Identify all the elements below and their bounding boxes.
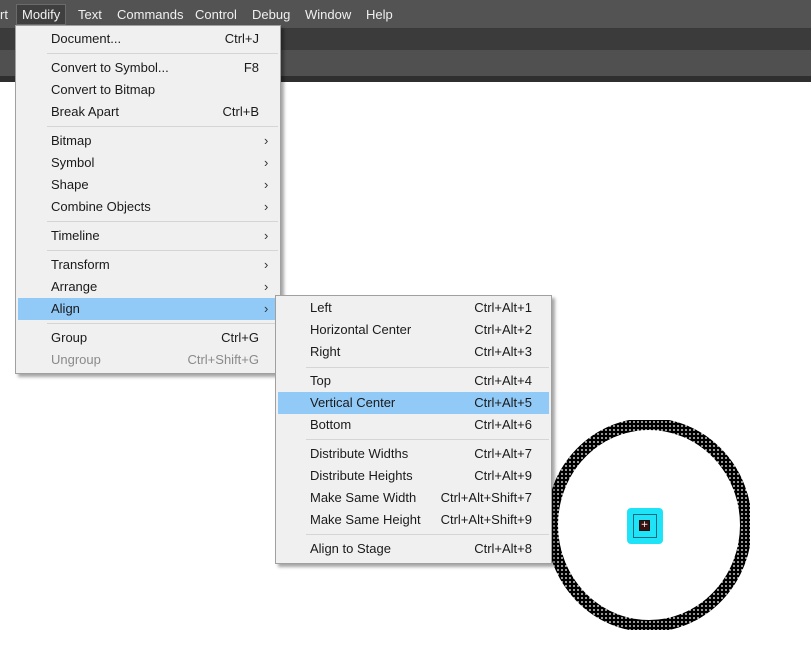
menu-item-label: Horizontal Center [310,322,412,337]
menu-item-label: Left [310,300,332,315]
menu-item-shortcut: Ctrl+B [222,104,259,119]
registration-point-icon: + [639,520,650,531]
menu-item-convert-to-symbol[interactable]: Convert to Symbol... F8 [18,57,278,79]
menu-item-label: Distribute Heights [310,468,413,483]
menu-item-label: Convert to Bitmap [51,82,156,97]
menu-item-label: Combine Objects [51,199,151,214]
menu-item-align-bottom[interactable]: Bottom Ctrl+Alt+6 [278,414,549,436]
menu-item-shortcut: Ctrl+Shift+G [187,352,259,367]
menu-file-partial[interactable]: rt [0,4,10,25]
chevron-right-icon: › [264,301,269,316]
menu-item-symbol[interactable]: Symbol › [18,152,278,174]
menu-item-shortcut: Ctrl+G [221,330,259,345]
chevron-right-icon: › [264,199,269,214]
menu-item-convert-to-bitmap[interactable]: Convert to Bitmap [18,79,278,101]
menu-item-label: Bottom [310,417,352,432]
menu-item-combine-objects[interactable]: Combine Objects › [18,196,278,218]
menu-item-document[interactable]: Document... Ctrl+J [18,28,278,50]
menu-item-label: Top [310,373,331,388]
menu-separator [47,323,278,324]
menu-text[interactable]: Text [76,4,104,25]
menu-separator [47,126,278,127]
menu-item-shortcut: Ctrl+Alt+7 [474,446,532,461]
menu-item-label: Make Same Height [310,512,421,527]
menu-item-label: Vertical Center [310,395,396,410]
menu-help[interactable]: Help [364,4,395,25]
menu-item-break-apart[interactable]: Break Apart Ctrl+B [18,101,278,123]
chevron-right-icon: › [264,133,269,148]
menu-item-label: Group [51,330,88,345]
menu-item-shortcut: Ctrl+Alt+2 [474,322,532,337]
menu-separator [47,221,278,222]
menu-item-arrange[interactable]: Arrange › [18,276,278,298]
menu-item-label: Arrange [51,279,98,294]
menu-item-shortcut: Ctrl+Alt+Shift+7 [440,490,532,505]
menu-item-label: Transform [51,257,110,272]
menu-item-label: Distribute Widths [310,446,409,461]
menu-item-label: Symbol [51,155,95,170]
menu-separator [47,53,278,54]
menu-item-shortcut: Ctrl+Alt+3 [474,344,532,359]
menu-debug[interactable]: Debug [250,4,292,25]
menu-item-timeline[interactable]: Timeline › [18,225,278,247]
chevron-right-icon: › [264,155,269,170]
menu-item-align-horizontal-center[interactable]: Horizontal Center Ctrl+Alt+2 [278,319,549,341]
chevron-right-icon: › [264,177,269,192]
menu-item-shortcut: Ctrl+J [224,31,259,46]
menu-separator [306,534,549,535]
menu-item-label: Make Same Width [310,490,417,505]
chevron-right-icon: › [264,257,269,272]
menu-item-ungroup[interactable]: Ungroup Ctrl+Shift+G [18,349,278,371]
menu-item-shortcut: Ctrl+Alt+8 [474,541,532,556]
menu-item-label: Align to Stage [310,541,391,556]
menu-item-align-vertical-center[interactable]: Vertical Center Ctrl+Alt+5 [278,392,549,414]
menu-separator [47,250,278,251]
menu-separator [306,439,549,440]
menu-item-label: Ungroup [51,352,101,367]
menu-item-make-same-width[interactable]: Make Same Width Ctrl+Alt+Shift+7 [278,487,549,509]
menu-item-shortcut: Ctrl+Alt+4 [474,373,532,388]
menu-item-label: Bitmap [51,133,92,148]
menu-item-align-left[interactable]: Left Ctrl+Alt+1 [278,297,549,319]
menu-item-align-right[interactable]: Right Ctrl+Alt+3 [278,341,549,363]
menu-item-label: Right [310,344,341,359]
align-submenu: Left Ctrl+Alt+1 Horizontal Center Ctrl+A… [275,295,552,564]
menu-item-shortcut: Ctrl+Alt+5 [474,395,532,410]
menu-item-align[interactable]: Align › [18,298,278,320]
menu-commands[interactable]: Commands [115,4,185,25]
menu-item-distribute-widths[interactable]: Distribute Widths Ctrl+Alt+7 [278,443,549,465]
menu-item-label: Timeline [51,228,100,243]
menu-item-label: Document... [51,31,122,46]
menu-item-align-to-stage[interactable]: Align to Stage Ctrl+Alt+8 [278,538,549,560]
menu-item-shortcut: Ctrl+Alt+6 [474,417,532,432]
menu-item-label: Shape [51,177,89,192]
menu-item-label: Convert to Symbol... [51,60,169,75]
menu-item-label: Align [51,301,80,316]
menu-separator [306,367,549,368]
menu-item-shortcut: F8 [243,60,259,75]
chevron-right-icon: › [264,228,269,243]
menu-item-shortcut: Ctrl+Alt+1 [474,300,532,315]
menu-control[interactable]: Control [193,4,239,25]
menu-item-shape[interactable]: Shape › [18,174,278,196]
menu-item-shortcut: Ctrl+Alt+Shift+9 [440,512,532,527]
chevron-right-icon: › [264,279,269,294]
menu-item-shortcut: Ctrl+Alt+9 [474,468,532,483]
menu-item-label: Break Apart [51,104,119,119]
menu-item-transform[interactable]: Transform › [18,254,278,276]
menu-item-group[interactable]: Group Ctrl+G [18,327,278,349]
menu-item-distribute-heights[interactable]: Distribute Heights Ctrl+Alt+9 [278,465,549,487]
modify-menu: Document... Ctrl+J Convert to Symbol... … [15,25,281,374]
menu-window[interactable]: Window [303,4,353,25]
menu-item-bitmap[interactable]: Bitmap › [18,130,278,152]
menu-modify[interactable]: Modify [16,4,67,25]
menu-item-make-same-height[interactable]: Make Same Height Ctrl+Alt+Shift+9 [278,509,549,531]
menu-item-align-top[interactable]: Top Ctrl+Alt+4 [278,370,549,392]
